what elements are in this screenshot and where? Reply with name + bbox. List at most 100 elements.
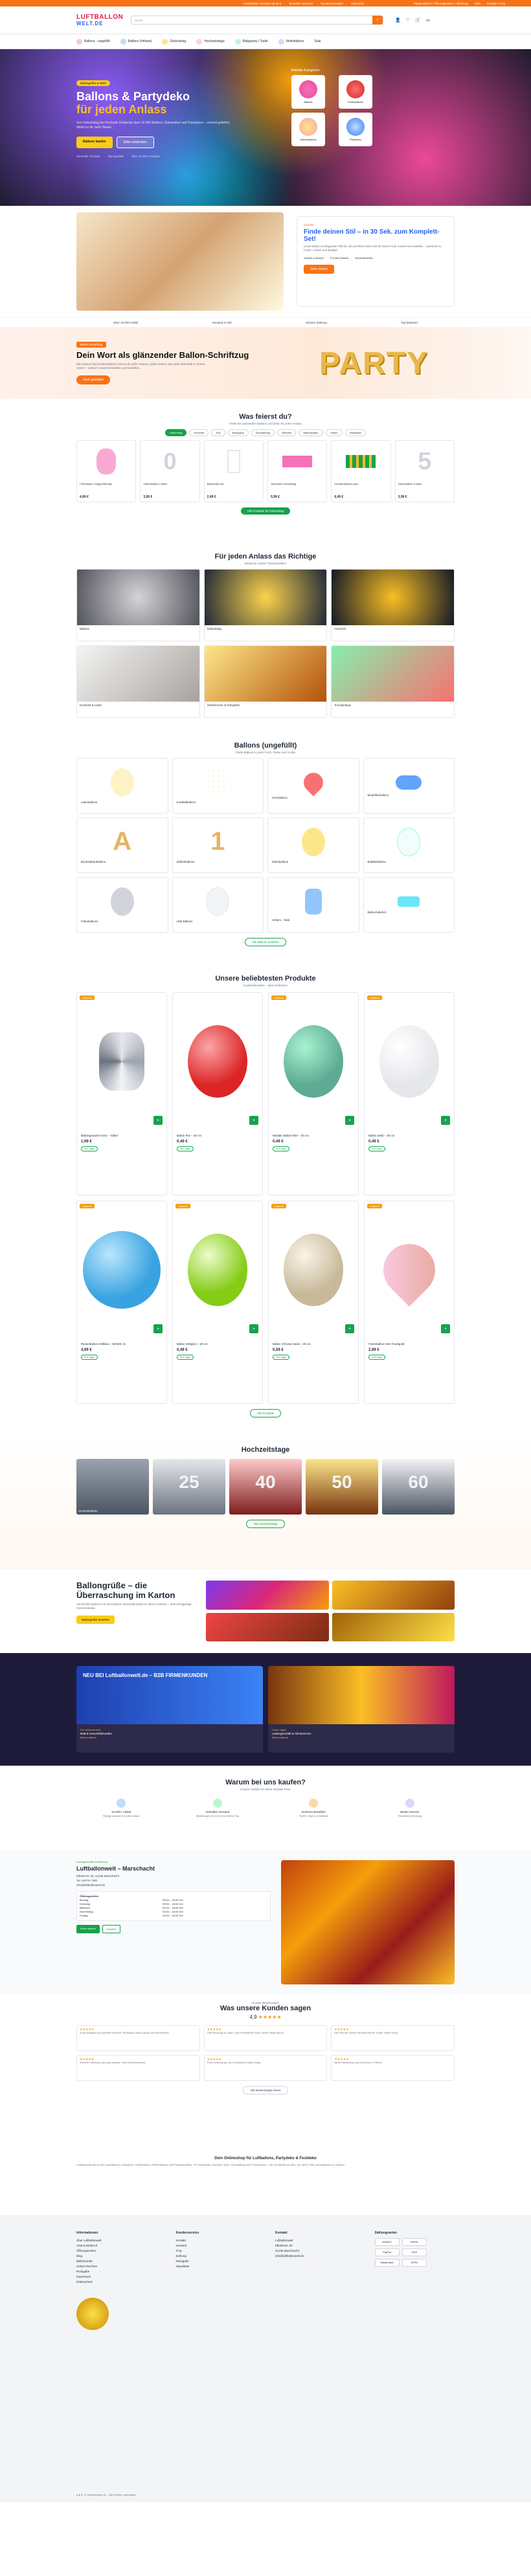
- footer-email[interactable]: info@luftballonwelt.de: [275, 2254, 356, 2259]
- add-to-cart-icon[interactable]: +: [345, 1324, 354, 1333]
- product-card[interactable]: Angebot + Ballongewicht Kranz – Silber 1,99…: [76, 992, 167, 1195]
- theme-card[interactable]: Hochzeit & Liebe: [76, 645, 200, 718]
- balloon-category-card[interactable]: LED-Ballons: [172, 877, 264, 933]
- product-card[interactable]: Ballonstab-Set 2,49 €: [203, 440, 264, 502]
- topbar-link[interactable]: Kontakt / FAQ: [487, 2, 505, 5]
- hero-category-card[interactable]: Folienballons: [339, 75, 372, 109]
- design-now-button[interactable]: Jetzt gestalten: [76, 375, 111, 384]
- topbar-item[interactable]: Gutschein: [351, 2, 364, 5]
- balloon-category-card[interactable]: Helium - Tank: [267, 877, 359, 933]
- product-card[interactable]: 0 Zahlenballon 0 silber 3,99 €: [140, 440, 200, 502]
- add-to-cart-icon[interactable]: +: [153, 1324, 163, 1333]
- all-products-link[interactable]: Alle Produkte: [249, 1409, 282, 1417]
- tab-occasion[interactable]: Ostern: [325, 429, 343, 436]
- anniversary-card[interactable]: 50: [306, 1459, 378, 1515]
- theme-card[interactable]: Hotelzimmer & Partydeko: [203, 645, 328, 718]
- footer-link[interactable]: Rückgabe: [176, 2259, 256, 2264]
- nav-item[interactable]: Hochzeitstage: [196, 38, 225, 45]
- nav-item[interactable]: Motivballons: [278, 38, 304, 45]
- add-to-cart-icon[interactable]: +: [441, 1116, 450, 1125]
- hero-category-card[interactable]: Ballons: [291, 75, 325, 109]
- balloon-category-card[interactable]: Bubbleballons: [363, 817, 455, 873]
- balloon-category-card[interactable]: A Buchstabenballons: [76, 817, 168, 873]
- footer-link[interactable]: Versand: [176, 2243, 256, 2248]
- balloon-category-card[interactable]: Konfettiballons: [172, 758, 264, 814]
- instagram-icon[interactable]: ●: [79, 2493, 80, 2496]
- tab-occasion[interactable]: Schulanfang: [251, 429, 275, 436]
- phone[interactable]: Tel. 04176 / 000: [76, 1878, 271, 1883]
- tab-occasion[interactable]: Babyparty: [227, 429, 249, 436]
- footer-link[interactable]: AGB & Widerruf: [76, 2243, 157, 2248]
- product-card[interactable]: Angebot + Ballon weiß – 30 cm 0,49 € Auf Lag…: [364, 992, 455, 1195]
- balloon-category-card[interactable]: Herzballons: [267, 758, 359, 814]
- anniversary-card[interactable]: 60: [382, 1459, 455, 1515]
- search-input[interactable]: Suche ⌕: [131, 16, 383, 25]
- language-select[interactable]: DE: [426, 19, 430, 22]
- theme-card[interactable]: Geburtstag: [203, 569, 328, 641]
- footer-link[interactable]: Blog: [76, 2254, 157, 2259]
- balloon-category-card[interactable]: Ballonzubehör: [363, 877, 455, 933]
- email[interactable]: info@luftballonwelt.de: [76, 1883, 271, 1887]
- footer-link[interactable]: Über Luftballonwelt: [76, 2238, 157, 2243]
- add-to-cart-icon[interactable]: +: [249, 1116, 258, 1125]
- footer-link[interactable]: Helium-Rechner: [76, 2264, 157, 2269]
- anniversary-card[interactable]: 25: [153, 1459, 225, 1515]
- user-icon[interactable]: 👤: [395, 17, 401, 23]
- search-icon[interactable]: ⌕: [372, 16, 383, 25]
- topbar-link[interactable]: Filialpostkarte / Öffnungszeiten / Abhol…: [414, 2, 468, 5]
- balloon-category-card[interactable]: Modellierballons: [363, 758, 455, 814]
- anniversary-card[interactable]: Hochzeitsdeko: [76, 1459, 149, 1515]
- all-balloons-button[interactable]: Alle Ballons ansehen: [244, 938, 287, 946]
- tab-occasion[interactable]: Geburtstag: [164, 429, 187, 436]
- logo[interactable]: LUFTBALLON WELT.DE: [76, 10, 123, 30]
- youtube-icon[interactable]: ●: [81, 2493, 82, 2496]
- add-to-cart-icon[interactable]: +: [249, 1324, 258, 1333]
- nav-item[interactable]: Geburtstag: [162, 38, 186, 45]
- anniversary-card[interactable]: 40: [229, 1459, 302, 1515]
- product-card[interactable]: + Ballon Rot – 30 cm 0,49 € Auf Lager: [172, 992, 263, 1195]
- add-to-cart-icon[interactable]: +: [153, 1116, 163, 1125]
- balloon-category-card[interactable]: Motivballons: [267, 817, 359, 873]
- hero-category-card[interactable]: Partydeko: [339, 113, 372, 146]
- heart-icon[interactable]: ♡: [406, 17, 410, 23]
- balloon-category-card[interactable]: Latexballons: [76, 758, 168, 814]
- product-card[interactable]: Tischdeko Geburtstag 5,99 €: [267, 440, 328, 502]
- nav-item[interactable]: Babyparty / Taufe: [234, 38, 268, 45]
- footer-link[interactable]: Öffnungszeiten: [76, 2248, 157, 2254]
- product-card[interactable]: Konfetti-Ballons grün 6,49 €: [331, 440, 391, 502]
- add-to-cart-icon[interactable]: +: [441, 1324, 450, 1333]
- route-button[interactable]: Route planen: [76, 1925, 100, 1933]
- card-link[interactable]: Mehr erfahren: [80, 1736, 259, 1740]
- tab-occasion[interactable]: Silvester: [277, 429, 297, 436]
- footer-link[interactable]: Rückgabe: [76, 2269, 157, 2274]
- nav-item[interactable]: Sale: [315, 39, 321, 43]
- facebook-icon[interactable]: ●: [76, 2493, 78, 2496]
- footer-link[interactable]: Datenschutz: [76, 2280, 157, 2285]
- tab-occasion[interactable]: Weihnachten: [299, 429, 323, 436]
- footer-link[interactable]: Zahlung: [176, 2254, 256, 2259]
- call-button[interactable]: Anrufen: [102, 1925, 120, 1933]
- footer-link[interactable]: Impressum: [76, 2274, 157, 2280]
- footer-link[interactable]: Ballonkunde: [76, 2259, 157, 2264]
- nav-item[interactable]: Ballons (Helium): [120, 38, 152, 45]
- theme-card[interactable]: Hochzeit: [331, 569, 455, 641]
- topbar-link[interactable]: Hilfe: [475, 2, 480, 5]
- footer-link[interactable]: Kontakt: [176, 2238, 256, 2243]
- product-card[interactable]: Angebot + Riesenballon Hellblau – 90/100 c…: [76, 1201, 167, 1404]
- product-card[interactable]: Angebot + Ballon Hellgrün – 30 cm 0,49 € Auf…: [172, 1201, 263, 1404]
- theme-card[interactable]: Schulanfang: [331, 645, 455, 718]
- product-card[interactable]: 5 Zahlenballon 5 silber 3,99 €: [394, 440, 455, 502]
- gift-button[interactable]: Ballongrüße ansehen: [76, 1616, 115, 1624]
- cart-icon[interactable]: 🛒: [415, 17, 421, 23]
- nav-item[interactable]: Ballons - ungefüllt: [76, 38, 110, 45]
- tab-occasion[interactable]: Hochzeit: [189, 429, 209, 436]
- tab-occasion[interactable]: JGA: [210, 429, 225, 436]
- all-reviews-button[interactable]: Alle Bewertungen lesen: [243, 2086, 288, 2094]
- hero-category-card[interactable]: Heliumballons: [291, 113, 325, 146]
- all-anniversaries-button[interactable]: Alle Hochzeitstage: [246, 1520, 285, 1528]
- balloon-category-card[interactable]: 1 Zahlenballons: [172, 817, 264, 873]
- product-card[interactable]: Angebot + Folienballon Herz Roségold 2,99 €…: [364, 1201, 455, 1404]
- footer-link[interactable]: FAQ: [176, 2248, 256, 2254]
- tab-occasion[interactable]: Halloween: [345, 429, 367, 436]
- product-card[interactable]: Angebot + Metallic Ballon Mint – 30 cm 0,49…: [268, 992, 359, 1195]
